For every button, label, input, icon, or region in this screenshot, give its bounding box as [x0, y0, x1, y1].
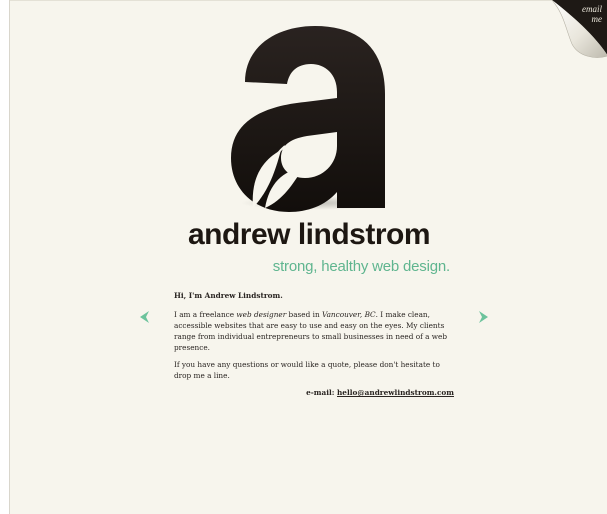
email-line: e-mail: hello@andrewlindstrom.com	[174, 387, 454, 398]
email-tab-line1: email	[582, 4, 602, 14]
chevron-left-icon[interactable]	[138, 310, 152, 324]
intro-emphasis-location: Vancouver, BC	[321, 310, 376, 319]
email-me-tab[interactable]: email me	[572, 4, 602, 24]
email-link[interactable]: hello@andrewlindstrom.com	[337, 388, 454, 397]
letter-a-leaf-logo	[231, 26, 385, 212]
contact-paragraph: If you have any questions or would like …	[174, 360, 440, 380]
site-name: andrew lindstrom	[187, 218, 431, 251]
intro-emphasis-role: web designer	[236, 310, 287, 319]
intro-text-1: I am a freelance	[174, 310, 237, 319]
email-label: e-mail:	[306, 388, 337, 397]
page-panel: andrew lindstrom strong, healthy web des…	[9, 0, 607, 514]
greeting: Hi, I'm Andrew Lindstrom.	[174, 291, 283, 300]
page-edge	[10, 0, 607, 1]
chevron-right-icon[interactable]	[476, 310, 490, 324]
intro-content: Hi, I'm Andrew Lindstrom. I am a freelan…	[174, 290, 454, 398]
intro-paragraph: I am a freelance web designer based in V…	[174, 309, 454, 353]
tagline: strong, healthy web design.	[272, 258, 450, 275]
email-tab-line2: me	[591, 14, 603, 24]
intro-text-2: based in	[286, 310, 322, 319]
